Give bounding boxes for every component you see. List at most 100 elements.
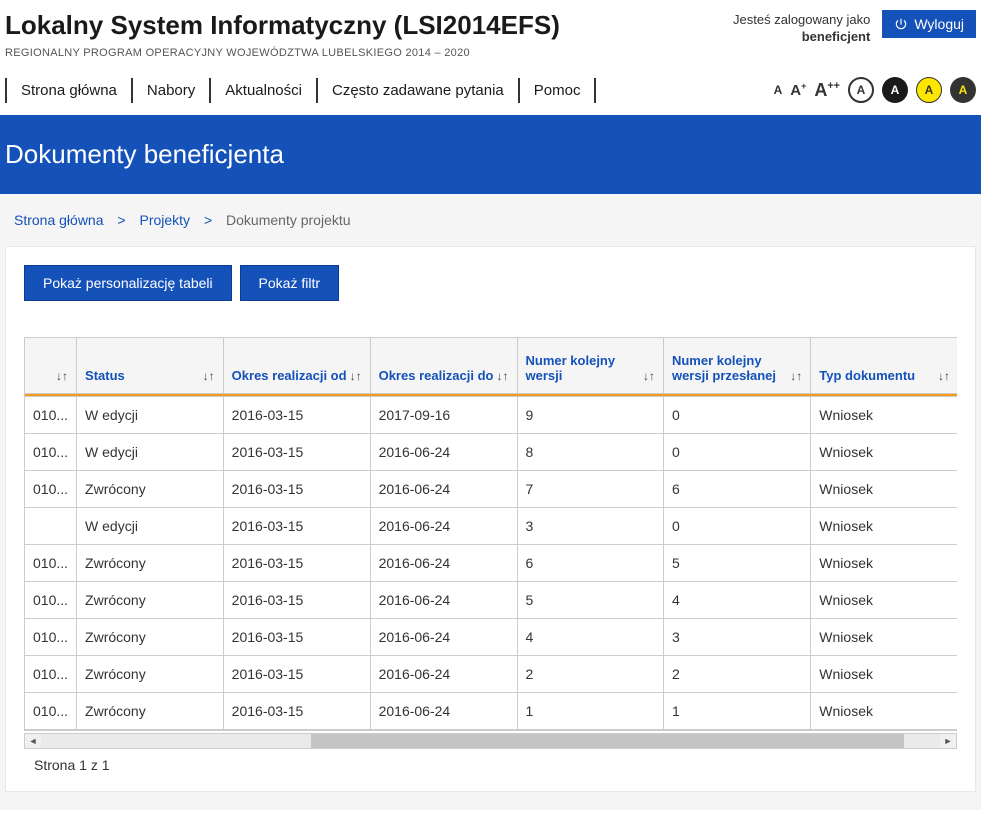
table-cell: 2016-06-24: [370, 693, 517, 730]
breadcrumb-sep: >: [204, 212, 212, 228]
site-subtitle: REGIONALNY PROGRAM OPERACYJNY WOJEWÓDZTW…: [5, 47, 733, 59]
table-row[interactable]: 010...Zwrócony2016-03-152016-06-2476Wnio…: [25, 471, 958, 508]
table-cell: 010...: [25, 619, 77, 656]
table-row[interactable]: W edycji2016-03-152016-06-2430Wniosek: [25, 508, 958, 545]
table-row[interactable]: 010...Zwrócony2016-03-152016-06-2422Wnio…: [25, 656, 958, 693]
table-cell: W edycji: [77, 397, 224, 434]
font-large-button[interactable]: A++: [814, 80, 840, 101]
table-cell: 0: [663, 434, 810, 471]
table-container: ↓↑ Status↓↑ Okres realizacji od↓↑ Okres …: [24, 337, 957, 731]
table-cell: Wniosek: [811, 397, 957, 434]
sort-icon: ↓↑: [938, 369, 950, 383]
table-cell: 010...: [25, 656, 77, 693]
table-cell: 2016-06-24: [370, 619, 517, 656]
table-cell: [25, 508, 77, 545]
breadcrumb: Strona główna > Projekty > Dokumenty pro…: [0, 212, 981, 246]
table-cell: 2016-06-24: [370, 545, 517, 582]
table-cell: 2016-03-15: [223, 397, 370, 434]
contrast-yellow-button[interactable]: A: [916, 77, 942, 103]
nav-pomoc[interactable]: Pomoc: [518, 78, 597, 103]
table-cell: Zwrócony: [77, 582, 224, 619]
table-cell: Wniosek: [811, 693, 957, 730]
col-header-okres-od[interactable]: Okres realizacji od↓↑: [223, 338, 370, 394]
col-header-okres-do[interactable]: Okres realizacji do↓↑: [370, 338, 517, 394]
contrast-default-button[interactable]: A: [848, 77, 874, 103]
col-header-numer-wersji-przeslanej[interactable]: Numer kolejny wersji przesłanej↓↑: [663, 338, 810, 394]
nav-nabory[interactable]: Nabory: [131, 78, 209, 103]
nav-home[interactable]: Strona główna: [5, 78, 131, 103]
breadcrumb-current: Dokumenty projektu: [226, 212, 351, 228]
nav-aktualnosci[interactable]: Aktualności: [209, 78, 316, 103]
table-cell: 2016-03-15: [223, 545, 370, 582]
contrast-black-button[interactable]: A: [882, 77, 908, 103]
table-cell: 010...: [25, 471, 77, 508]
col-header-typ-dokumentu[interactable]: Typ dokumentu↓↑: [811, 338, 957, 394]
scroll-track[interactable]: [41, 734, 940, 748]
documents-table: ↓↑ Status↓↑ Okres realizacji od↓↑ Okres …: [24, 337, 957, 730]
scroll-left-arrow[interactable]: ◄: [25, 734, 41, 748]
table-cell: 0: [663, 397, 810, 434]
power-icon: [894, 17, 908, 31]
table-cell: 2016-06-24: [370, 582, 517, 619]
table-cell: 2016-03-15: [223, 693, 370, 730]
font-medium-button[interactable]: A+: [790, 81, 806, 99]
login-role: beneficjent: [802, 29, 871, 44]
table-cell: W edycji: [77, 434, 224, 471]
col-header-id[interactable]: ↓↑: [25, 338, 77, 394]
logout-button[interactable]: Wyloguj: [882, 10, 976, 38]
table-cell: 010...: [25, 434, 77, 471]
breadcrumb-sep: >: [117, 212, 125, 228]
table-cell: 7: [517, 471, 663, 508]
accessibility-toolbar: A A+ A++ A A A A: [774, 77, 976, 103]
table-cell: 3: [517, 508, 663, 545]
horizontal-scrollbar[interactable]: ◄ ►: [24, 733, 957, 749]
table-cell: Zwrócony: [77, 693, 224, 730]
breadcrumb-home[interactable]: Strona główna: [14, 212, 104, 228]
table-row[interactable]: 010...Zwrócony2016-03-152016-06-2411Wnio…: [25, 693, 958, 730]
personalize-table-button[interactable]: Pokaż personalizację tabeli: [24, 265, 232, 301]
scroll-right-arrow[interactable]: ►: [940, 734, 956, 748]
table-cell: 010...: [25, 582, 77, 619]
scroll-thumb[interactable]: [311, 734, 904, 748]
table-cell: 010...: [25, 397, 77, 434]
breadcrumb-projekty[interactable]: Projekty: [139, 212, 190, 228]
show-filter-button[interactable]: Pokaż filtr: [240, 265, 339, 301]
table-cell: 4: [517, 619, 663, 656]
login-info: Jesteś zalogowany jako beneficjent: [733, 12, 870, 46]
font-small-button[interactable]: A: [774, 83, 783, 97]
contrast-dark-yellow-button[interactable]: A: [950, 77, 976, 103]
col-header-numer-wersji[interactable]: Numer kolejny wersji↓↑: [517, 338, 663, 394]
table-row[interactable]: 010...Zwrócony2016-03-152016-06-2443Wnio…: [25, 619, 958, 656]
table-row[interactable]: 010...W edycji2016-03-152016-06-2480Wnio…: [25, 434, 958, 471]
sort-icon: ↓↑: [350, 369, 362, 383]
page-title-bar: Dokumenty beneficjenta: [0, 115, 981, 194]
table-cell: 2016-03-15: [223, 508, 370, 545]
table-cell: Wniosek: [811, 582, 957, 619]
table-cell: 2016-03-15: [223, 656, 370, 693]
table-cell: Zwrócony: [77, 471, 224, 508]
sort-icon: ↓↑: [790, 369, 802, 383]
table-cell: 2016-03-15: [223, 471, 370, 508]
nav-faq[interactable]: Często zadawane pytania: [316, 78, 518, 103]
table-cell: Wniosek: [811, 434, 957, 471]
table-cell: 5: [517, 582, 663, 619]
table-cell: 4: [663, 582, 810, 619]
table-cell: Wniosek: [811, 656, 957, 693]
table-row[interactable]: 010...Zwrócony2016-03-152016-06-2454Wnio…: [25, 582, 958, 619]
table-cell: Wniosek: [811, 508, 957, 545]
table-cell: Zwrócony: [77, 656, 224, 693]
table-cell: 2: [663, 656, 810, 693]
table-cell: 9: [517, 397, 663, 434]
table-cell: 1: [663, 693, 810, 730]
sort-icon: ↓↑: [203, 369, 215, 383]
col-header-status[interactable]: Status↓↑: [77, 338, 224, 394]
table-cell: 5: [663, 545, 810, 582]
sort-icon: ↓↑: [497, 369, 509, 383]
table-row[interactable]: 010...Zwrócony2016-03-152016-06-2465Wnio…: [25, 545, 958, 582]
table-cell: 2016-03-15: [223, 434, 370, 471]
page-title: Dokumenty beneficjenta: [5, 139, 976, 170]
table-cell: Zwrócony: [77, 619, 224, 656]
table-row[interactable]: 010...W edycji2016-03-152017-09-1690Wnio…: [25, 397, 958, 434]
table-cell: Wniosek: [811, 545, 957, 582]
login-text: Jesteś zalogowany jako: [733, 12, 870, 27]
